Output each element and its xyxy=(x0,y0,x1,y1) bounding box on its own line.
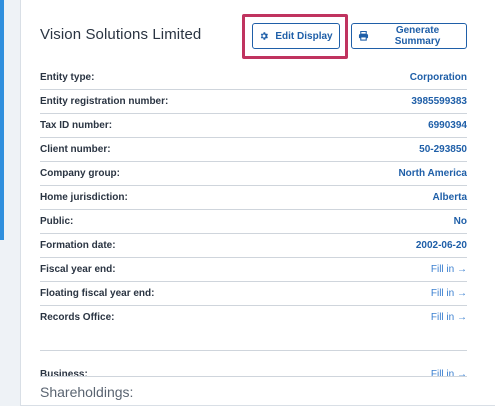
field-value: 6990394 xyxy=(428,120,467,131)
field-row-formation-date: Formation date: 2002-06-20 xyxy=(40,234,467,258)
field-value: Alberta xyxy=(432,192,467,203)
field-label: Entity type: xyxy=(40,72,95,83)
field-value: 50-293850 xyxy=(419,144,467,155)
field-row-registration-number: Entity registration number: 3985599383 xyxy=(40,90,467,114)
field-label: Formation date: xyxy=(40,240,116,251)
entity-details-list: Entity type: Corporation Entity registra… xyxy=(40,66,467,397)
field-value: 2002-06-20 xyxy=(415,240,467,251)
field-value: 3985599383 xyxy=(411,96,467,107)
shareholdings-heading: Shareholdings: xyxy=(40,384,134,400)
edit-display-label: Edit Display xyxy=(275,30,333,42)
generate-summary-label: Generate Summary xyxy=(394,25,441,47)
field-label: Fiscal year end: xyxy=(40,264,116,275)
field-row-records-office: Records Office: Fill in → xyxy=(40,306,467,351)
field-label: Public: xyxy=(40,216,74,227)
field-row-entity-type: Entity type: Corporation xyxy=(40,66,467,90)
field-label: Home jurisdiction: xyxy=(40,192,128,203)
field-label: Client number: xyxy=(40,144,111,155)
field-value: No xyxy=(453,216,467,227)
left-accent-bar xyxy=(0,0,4,240)
field-label: Entity registration number: xyxy=(40,96,169,107)
field-value: Corporation xyxy=(409,72,467,83)
gear-icon xyxy=(259,31,269,41)
fill-in-link[interactable]: Fill in → xyxy=(431,264,467,275)
field-row-public: Public: No xyxy=(40,210,467,234)
field-label: Company group: xyxy=(40,168,120,179)
printer-icon xyxy=(358,31,369,41)
field-label: Floating fiscal year end: xyxy=(40,288,155,299)
fill-in-link[interactable]: Fill in → xyxy=(431,312,467,323)
card-header: Vision Solutions Limited Edit Display Ge… xyxy=(21,0,495,66)
field-row-tax-id: Tax ID number: 6990394 xyxy=(40,114,467,138)
entity-title: Vision Solutions Limited xyxy=(40,26,202,43)
field-label: Business: xyxy=(40,368,88,380)
fill-in-link[interactable]: Fill in → xyxy=(431,369,467,380)
field-row-fiscal-year-end: Fiscal year end: Fill in → xyxy=(40,258,467,282)
section-divider xyxy=(40,376,467,377)
field-row-floating-fiscal-year-end: Floating fiscal year end: Fill in → xyxy=(40,282,467,306)
field-label: Records Office: xyxy=(40,312,115,323)
field-row-client-number: Client number: 50-293850 xyxy=(40,138,467,162)
field-value: North America xyxy=(398,168,467,179)
field-row-home-jurisdiction: Home jurisdiction: Alberta xyxy=(40,186,467,210)
field-label: Tax ID number: xyxy=(40,120,113,131)
field-row-company-group: Company group: North America xyxy=(40,162,467,186)
edit-display-button[interactable]: Edit Display xyxy=(252,23,340,49)
generate-summary-button[interactable]: Generate Summary xyxy=(351,23,467,49)
fill-in-link[interactable]: Fill in → xyxy=(431,288,467,299)
entity-card: Vision Solutions Limited Edit Display Ge… xyxy=(20,0,495,406)
